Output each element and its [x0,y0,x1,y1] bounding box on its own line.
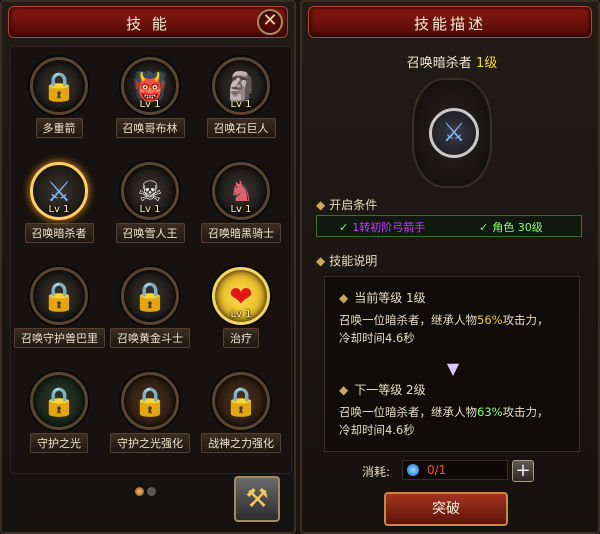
skill-level-badge: Lv 1 [230,204,252,215]
assassin-icon: ⚔ [429,108,479,158]
check-icon: ✓ [479,221,489,234]
requirement-class: ✓ 1转初阶弓箭手 [339,221,426,234]
hammer-wrench-icon: ⚒ [245,484,269,514]
page-dot[interactable] [147,487,156,496]
tools-button[interactable]: ⚒ [234,476,280,522]
skill-description-box: ◆ 当前等级 1级 召唤一位暗杀者，继承人物56%攻击力， 冷却时间4.6秒 ▼ ◆… [324,276,580,452]
selected-skill-name: 召唤暗杀者 [406,56,472,71]
skill-slot[interactable]: 🔒 战神之力强化 [196,372,286,453]
selected-skill-level: 1级 [475,56,498,71]
skill-slot[interactable]: ⚔ Lv 1 召唤暗杀者 [14,162,104,243]
skills-panel: 技 能 ✕ 🔒 多重箭 👹 Lv 1 召唤哥布林 🗿 Lv 1 召唤石巨人 ⚔ Lv 1 召唤暗杀者… [0,0,296,534]
skill-name: 召唤哥布林 [115,118,185,138]
lock-icon: 🔒 [41,70,77,103]
skill-grid: 🔒 多重箭 👹 Lv 1 召唤哥布林 🗿 Lv 1 召唤石巨人 ⚔ Lv 1 召唤暗杀者 ☠ Lv 1 召… [10,46,292,474]
skill-name: 召唤暗杀者 [24,223,94,243]
skill-slot[interactable]: 👹 Lv 1 召唤哥布林 [105,57,195,138]
skill-slot[interactable]: ☠ Lv 1 召唤雪人王 [105,162,195,243]
skill-ring[interactable]: 🔒 [212,372,270,430]
diamond-icon: ◆ [339,291,349,305]
cost-value: 0/1 [427,463,447,477]
current-level-text: 召唤一位暗杀者，继承人物56%攻击力， 冷却时间4.6秒 [339,313,549,345]
lock-icon: 🔒 [132,385,168,418]
check-icon: ✓ [339,221,349,234]
skill-slot[interactable]: ❤ Lv 1 治疗 [196,267,286,348]
skill-slot[interactable]: 🔒 召唤守护兽巴里 [14,267,105,348]
description-title: 技能描述 [413,15,486,33]
skill-name: 召唤石巨人 [206,118,276,138]
lock-icon: 🔒 [132,280,168,313]
gem-icon [407,464,419,476]
skill-level-badge: Lv 1 [139,99,161,110]
skills-title: 技 能 [126,15,170,33]
skill-description-panel: 技能描述 召唤暗杀者 1级 ⚔ ◆ 开启条件 ✓ 1转初阶弓箭手 ✓ 角色 30级 ◆… [300,0,600,534]
diamond-icon: ◆ [339,383,349,397]
skill-slot[interactable]: 🔒 多重箭 [14,57,104,138]
lock-icon: 🔒 [41,385,77,418]
skill-slot[interactable]: 🔒 守护之光 [14,372,104,453]
page-indicator [135,481,165,496]
skill-ring[interactable]: 🔒 [30,57,88,115]
chevron-down-icon: ▼ [446,359,460,378]
skill-ring[interactable]: 🔒 [30,372,88,430]
skills-titlebar: 技 能 ✕ [8,6,288,38]
description-header: ◆ 技能说明 [316,254,378,268]
next-level-text: 召唤一位暗杀者，继承人物63%攻击力， 冷却时间4.6秒 [339,405,549,437]
skill-ring[interactable]: 👹 Lv 1 [121,57,179,115]
skill-emblem: ⚔ [412,78,492,188]
requirement-level: ✓ 角色 30级 [479,221,543,234]
diamond-icon: ◆ [316,198,326,212]
skill-slot[interactable]: ♞ Lv 1 召唤暗黑骑士 [196,162,286,243]
skill-name: 守护之光强化 [110,433,190,453]
skill-ring[interactable]: ❤ Lv 1 [212,267,270,325]
skill-ring[interactable]: 🔒 [30,267,88,325]
current-level-header: ◆ 当前等级 1级 [339,291,426,305]
requirements-box: ✓ 1转初阶弓箭手 ✓ 角色 30级 [316,215,582,237]
skill-name: 多重箭 [35,118,83,138]
skill-name: 召唤雪人王 [115,223,185,243]
next-level-header: ◆ 下一等级 2级 [339,383,426,397]
skill-slot[interactable]: 🔒 守护之光强化 [105,372,195,453]
skill-ring[interactable]: 🔒 [121,372,179,430]
skill-ring[interactable]: 🗿 Lv 1 [212,57,270,115]
skill-name: 战神之力强化 [201,433,281,453]
cost-label: 消耗: [362,465,391,479]
skill-name: 守护之光 [30,433,88,453]
skill-ring[interactable]: ☠ Lv 1 [121,162,179,220]
selected-skill-title: 召唤暗杀者 1级 [342,52,562,71]
skill-slot[interactable]: 🗿 Lv 1 召唤石巨人 [196,57,286,138]
skill-name: 召唤暗黑骑士 [201,223,281,243]
lock-icon: 🔒 [223,385,259,418]
skill-slot[interactable]: 🔒 召唤黄金斗士 [105,267,195,348]
skill-name: 召唤黄金斗士 [110,328,190,348]
skill-ring[interactable]: ♞ Lv 1 [212,162,270,220]
cost-box: 0/1 [402,460,508,480]
skill-level-badge: Lv 1 [230,99,252,110]
diamond-icon: ◆ [316,254,326,268]
breakthrough-button[interactable]: 突破 [384,492,508,526]
page-dot-active[interactable] [135,487,144,496]
skill-name: 召唤守护兽巴里 [14,328,105,348]
add-cost-button[interactable]: + [512,460,534,482]
requirements-header: ◆ 开启条件 [316,198,378,212]
skill-level-badge: Lv 1 [230,309,252,320]
skill-level-badge: Lv 1 [139,204,161,215]
skill-ring[interactable]: ⚔ Lv 1 [30,162,88,220]
lock-icon: 🔒 [41,280,77,313]
skill-ring[interactable]: 🔒 [121,267,179,325]
description-titlebar: 技能描述 [308,6,592,38]
close-icon[interactable]: ✕ [257,9,283,35]
skill-hero: 召唤暗杀者 1级 ⚔ [342,48,562,198]
skill-name: 治疗 [223,328,259,348]
skill-level-badge: Lv 1 [48,204,70,215]
